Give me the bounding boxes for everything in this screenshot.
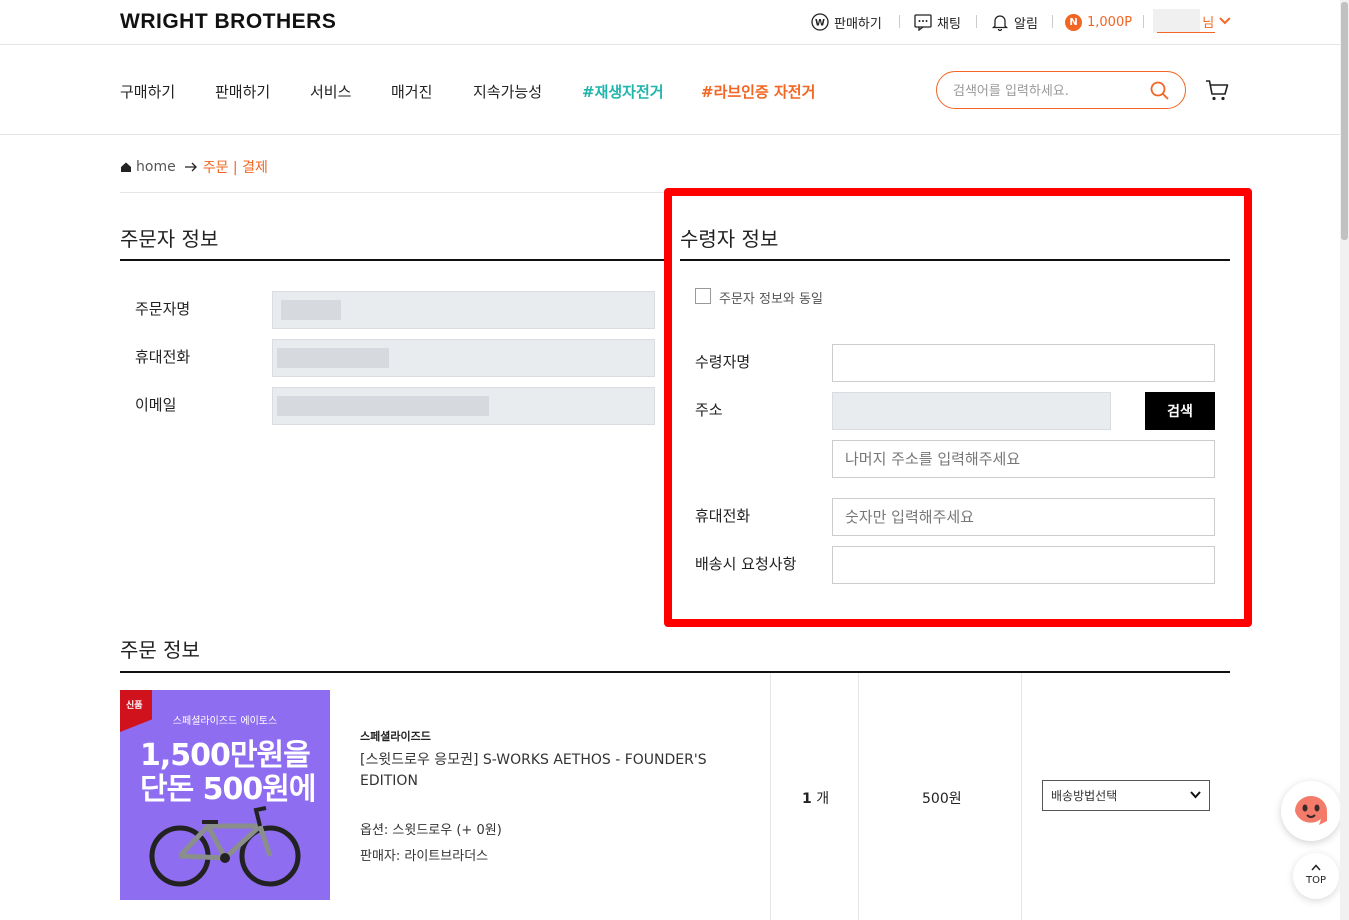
column-divider [1021, 673, 1022, 920]
scrollbar-thumb[interactable] [1341, 2, 1348, 240]
breadcrumb-divider [120, 192, 665, 193]
nav-item-service[interactable]: 서비스 [310, 81, 351, 102]
nav-item-buy[interactable]: 구매하기 [120, 81, 175, 102]
nav-item-sell[interactable]: 판매하기 [215, 81, 270, 102]
orderer-email-label: 이메일 [135, 396, 177, 414]
orderer-title-rule [120, 259, 665, 261]
divider [1143, 15, 1144, 28]
scroll-top-button[interactable]: TOP [1293, 853, 1339, 899]
nav-item-certified-bike[interactable]: #라브인증 자전거 [701, 81, 815, 102]
cart-icon[interactable] [1205, 79, 1229, 101]
points-link[interactable]: N 1,000P [1065, 12, 1132, 32]
order-title-rule [120, 671, 1230, 673]
column-divider [770, 673, 771, 920]
chatbot-button[interactable] [1281, 781, 1341, 841]
receiver-phone-input[interactable] [832, 498, 1215, 536]
product-thumbnail[interactable]: 신품 스페셜라이즈드 에이토스 1,500만원을 단돈 500원에 [120, 690, 330, 900]
logo[interactable]: WRIGHT BROTHERS [120, 10, 336, 34]
home-icon [121, 162, 131, 172]
orderer-title: 주문자 정보 [120, 227, 219, 251]
sell-label: 판매하기 [834, 16, 882, 32]
bell-icon [991, 15, 1009, 31]
orderer-name-label: 주문자명 [135, 300, 191, 318]
orderer-name-field [272, 291, 655, 329]
address-search-button[interactable]: 검색 [1145, 392, 1215, 430]
delivery-request-label: 배송시 요청사항 [695, 555, 797, 573]
chat-icon [914, 13, 932, 31]
sell-link[interactable]: W 판매하기 [811, 12, 882, 32]
orderer-phone-label: 휴대전화 [135, 348, 191, 366]
breadcrumb-home[interactable]: home [136, 159, 176, 175]
search-bar [936, 71, 1186, 109]
quantity-unit: 개 [816, 791, 830, 807]
sell-w-icon: W [811, 13, 829, 31]
shipping-method-value: 배송방법선택 [1051, 789, 1118, 803]
user-suffix: 님 [1202, 15, 1215, 31]
product-brand: 스페셜라이즈드 [360, 730, 431, 743]
price: 500원 [922, 791, 962, 807]
alarm-label: 알림 [1014, 16, 1038, 32]
user-menu[interactable]: 님 [1153, 9, 1231, 33]
shipping-method-select[interactable]: 배송방법선택 [1042, 780, 1210, 811]
breadcrumb: home 주문 | 결제 [120, 157, 268, 177]
top-bar: WRIGHT BROTHERS W 판매하기 채팅 알림 N 1,000P 님 [0, 0, 1340, 45]
quantity: 1 개 [802, 788, 829, 808]
address-detail-input[interactable] [832, 440, 1215, 478]
user-name-masked [1153, 9, 1201, 33]
divider [899, 15, 900, 28]
chevron-down-icon [1190, 791, 1201, 799]
top-label: TOP [1305, 875, 1326, 886]
chat-label: 채팅 [937, 16, 961, 32]
breadcrumb-current: 주문 | 결제 [202, 160, 268, 176]
masked-value [277, 396, 489, 416]
chatbot-mascot-icon [1295, 796, 1327, 825]
column-divider [858, 673, 859, 920]
search-icon[interactable] [1150, 81, 1169, 100]
divider [976, 15, 977, 28]
nav-item-magazine[interactable]: 매거진 [391, 81, 432, 102]
search-input[interactable] [953, 81, 1143, 101]
chevron-up-icon [1311, 864, 1321, 871]
receiver-title: 수령자 정보 [680, 227, 779, 251]
product-option: 옵션: 스윗드로우 (+ 0원) [360, 823, 502, 838]
product-name[interactable]: [스윗드로우 응모권] S-WORKS AETHOS - FOUNDER'S E… [360, 750, 750, 792]
chat-link[interactable]: 채팅 [914, 12, 961, 32]
product-seller: 판매자: 라이트브라더스 [360, 849, 489, 864]
order-title: 주문 정보 [120, 638, 200, 662]
same-as-orderer-label[interactable]: 주문자 정보와 동일 [719, 288, 823, 307]
address-label: 주소 [695, 401, 723, 419]
orderer-phone-field [272, 339, 655, 377]
thumbnail-subtitle: 스페셜라이즈드 에이토스 [172, 716, 278, 727]
receiver-title-rule [680, 259, 1230, 261]
bicycle-image [149, 806, 301, 887]
chevron-down-icon [1219, 17, 1231, 25]
receiver-name-label: 수령자명 [695, 353, 751, 371]
delivery-request-input[interactable] [832, 546, 1215, 584]
points-value: 1,000P [1087, 14, 1133, 30]
receiver-name-input[interactable] [832, 344, 1215, 382]
user-underline [1157, 32, 1215, 33]
nav-item-recycled-bike[interactable]: #재생자전거 [582, 81, 664, 102]
receiver-phone-label: 휴대전화 [695, 507, 751, 525]
orderer-email-field [272, 387, 655, 425]
alarm-link[interactable]: 알림 [991, 12, 1038, 32]
same-as-orderer-checkbox[interactable] [695, 288, 711, 304]
address-input[interactable] [832, 392, 1111, 430]
quantity-value: 1 [802, 791, 812, 807]
nav-item-sustainability[interactable]: 지속가능성 [473, 81, 542, 102]
point-badge-icon: N [1065, 13, 1082, 31]
divider [1052, 15, 1053, 28]
masked-value [281, 300, 341, 320]
masked-value [277, 348, 389, 368]
arrow-right-icon [184, 162, 197, 172]
svg-text:W: W [815, 19, 825, 29]
main-nav: 구매하기 판매하기 서비스 매거진 지속가능성 #재생자전거 #라브인증 자전거 [0, 46, 1340, 135]
